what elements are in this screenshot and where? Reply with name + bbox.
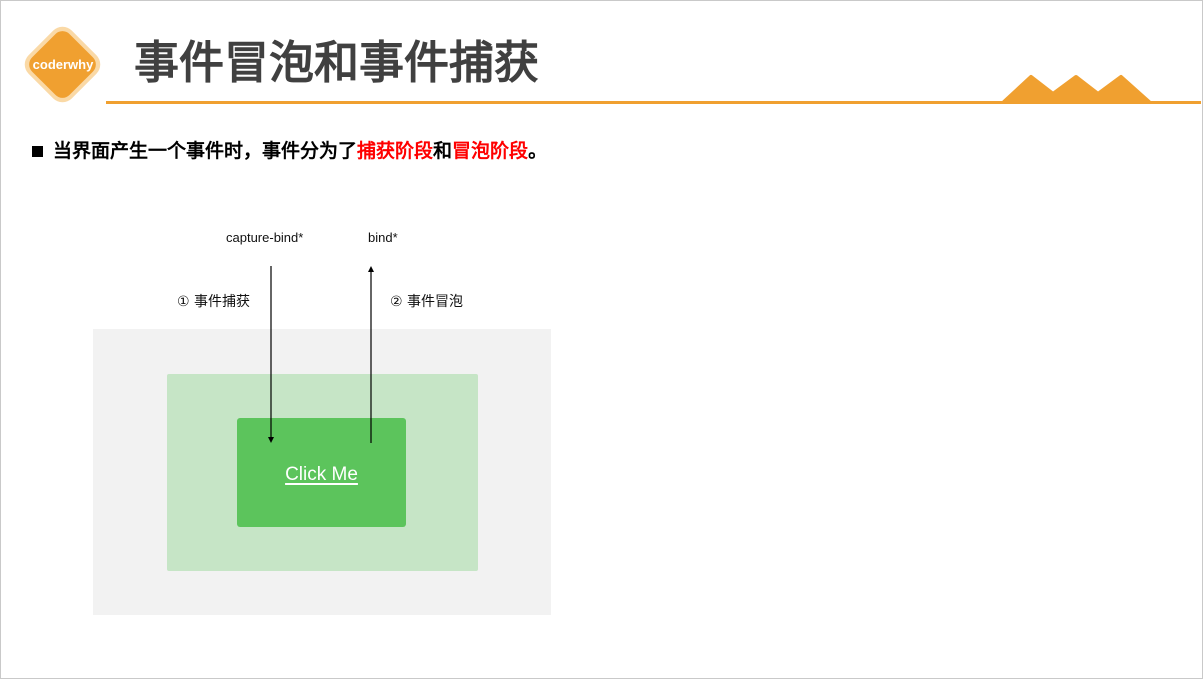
bullet-text: 当界面产生一个事件时，事件分为了捕获阶段和冒泡阶段。 (53, 140, 547, 162)
logo-text: coderwhy (32, 57, 94, 72)
capture-step-label: ① 事件捕获 (177, 294, 251, 310)
click-me-label: Click Me (285, 463, 358, 485)
slide: coderwhy 事件冒泡和事件捕获 当界面产生一个事件时，事件分为了捕获阶段和… (0, 0, 1203, 679)
mountains-decoration-icon (1002, 75, 1151, 104)
click-me-button[interactable]: Click Me (237, 418, 406, 527)
bubble-step-label: ② 事件冒泡 (390, 294, 464, 310)
mountains-shape (1002, 75, 1151, 104)
bind-label: bind* (368, 230, 398, 245)
bubble-arrow-head-icon (368, 266, 374, 272)
bullet-part: 当界面产生一个事件时，事件分为了 (53, 140, 358, 162)
bullet-highlight-capture: 捕获阶段 (357, 140, 434, 162)
bullet-part: 。 (528, 140, 548, 162)
slide-title: 事件冒泡和事件捕获 (134, 36, 540, 89)
capture-bind-label: capture-bind* (226, 230, 304, 245)
bullet-highlight-bubble: 冒泡阶段 (452, 140, 529, 162)
bullet-part: 和 (433, 140, 453, 162)
bullet-square-icon (32, 146, 43, 157)
